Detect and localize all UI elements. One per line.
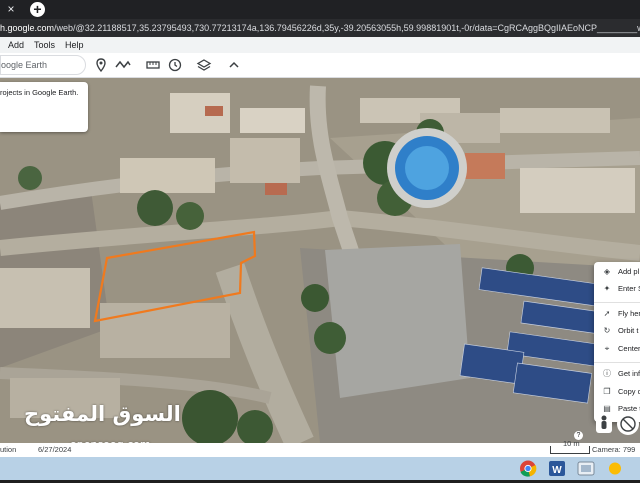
scale-bar [550,446,590,454]
satellite-map[interactable] [0,78,640,443]
status-bar: ution 6/27/2024 10 m Camera: 799 m [0,439,640,468]
imagery-date: 6/27/2024 [38,445,72,454]
add-placemark-icon: ◈ [603,267,611,276]
ctx-fly-here[interactable]: ➚ Fly her [594,307,640,321]
context-menu: ◈ Add pl ✦ Enter S ➚ Fly her ↻ Orbit t ⌖ Cent… [594,262,640,422]
ctx-divider [594,302,640,303]
ctx-label: Enter S [618,284,640,293]
search-input[interactable]: oogle Earth [0,55,86,75]
app-taskbar-icon[interactable] [603,459,627,478]
ctx-label: Center [618,344,640,353]
address-bar[interactable]: h.google.com/web/@32.21188517,35.2379549… [0,19,640,37]
app-taskbar-icon[interactable] [574,459,598,478]
layers-icon[interactable] [196,57,212,73]
ruler-icon[interactable] [145,57,161,73]
menu-bar: Add Tools Help [0,37,640,53]
menu-tools[interactable]: Tools [34,37,55,53]
ctx-orbit[interactable]: ↻ Orbit t [594,324,640,338]
ctx-add-placemark[interactable]: ◈ Add pl [594,265,640,279]
copy-coordinates-icon: ❐ [603,387,611,396]
chevron-up-icon[interactable] [226,57,242,73]
menu-help[interactable]: Help [65,37,84,53]
svg-text:W: W [552,465,562,476]
menu-add[interactable]: Add [8,37,24,53]
ctx-label: Copy c [618,387,640,396]
chrome-taskbar-icon[interactable] [516,459,540,478]
word-taskbar-icon[interactable]: W [545,459,569,478]
close-tab-icon[interactable]: × [4,2,18,16]
ctx-label: Get inf [618,369,640,378]
map-imagery [0,78,640,443]
url-path: /web/@32.21188517,35.23795493,730.772131… [54,23,640,33]
ctx-divider [594,362,640,363]
ctx-enter-street-view[interactable]: ✦ Enter S [594,282,640,296]
ctx-get-info[interactable]: ⓘ Get inf [594,367,640,381]
get-info-icon: ⓘ [603,369,611,378]
center-icon: ⌖ [604,344,610,353]
info-card-text: rojects in Google Earth. [0,88,79,97]
info-card: rojects in Google Earth. [0,82,88,132]
history-icon[interactable] [167,57,183,73]
ctx-center[interactable]: ⌖ Center [594,342,640,356]
os-taskbar: W [0,457,640,480]
url-host: h.google.com [0,23,55,33]
attribution-link[interactable]: ution [0,443,16,457]
street-view-pegman-icon[interactable] [596,413,612,433]
ctx-label: Add pl [618,267,640,276]
ctx-label: Fly her [618,309,640,318]
watermark-logo-arabic: السوق المفتوح [24,402,181,426]
fly-here-icon: ➚ [603,309,611,318]
earth-toolbar: oogle Earth [0,53,640,78]
path-icon[interactable] [115,57,131,73]
location-pin-icon[interactable] [93,57,109,73]
browser-tab-bar: × + [0,0,640,19]
compass-icon[interactable] [617,413,639,435]
ctx-copy-coordinates[interactable]: ❐ Copy c [594,385,640,399]
new-tab-button[interactable]: + [30,2,45,17]
enter-street-view-icon: ✦ [603,284,611,293]
orbit-icon: ↻ [603,326,611,335]
ctx-label: Orbit t [618,326,639,335]
